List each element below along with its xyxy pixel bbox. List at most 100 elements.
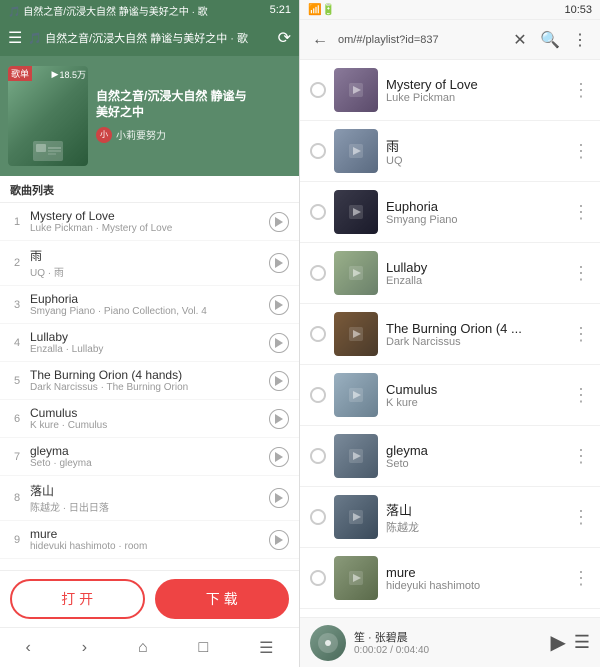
left-song-item[interactable]: 5 The Burning Orion (4 hands) Dark Narci…	[0, 362, 299, 400]
refresh-icon[interactable]: ⟳	[278, 28, 291, 48]
left-song-item[interactable]: 1 Mystery of Love Luke Pickman · Mystery…	[0, 203, 299, 241]
song-more-button[interactable]: ⋮	[572, 142, 590, 160]
nav-home-icon[interactable]: ⌂	[138, 639, 148, 657]
song-play-button[interactable]	[269, 212, 289, 232]
song-name: mure	[386, 565, 564, 580]
playlist-button[interactable]: ☰	[574, 632, 590, 653]
song-play-button[interactable]	[269, 447, 289, 467]
song-play-button[interactable]	[269, 530, 289, 550]
nav-menu-icon[interactable]: ☰	[259, 638, 273, 658]
song-name: Mystery of Love	[386, 77, 564, 92]
song-radio[interactable]	[310, 570, 326, 586]
song-radio[interactable]	[310, 509, 326, 525]
left-hero-title: 自然之音/沉浸大自然 静谧与美好之中	[96, 89, 291, 120]
right-song-item[interactable]: 雨 UQ ⋮	[300, 121, 600, 182]
player-controls: ▶ ☰	[550, 630, 590, 655]
song-subtitle: Dark Narcissus	[386, 336, 564, 348]
song-subtitle: Seto	[386, 458, 564, 470]
song-subtitle: Smyang Piano	[386, 214, 564, 226]
right-song-item[interactable]: The Burning Orion (4 ... Dark Narcissus …	[300, 304, 600, 365]
left-top-bar: ☰ 🎵 自然之音/沉浸大自然 静谧与美好之中 · 歌 ⟳	[0, 20, 299, 56]
left-song-list[interactable]: 1 Mystery of Love Luke Pickman · Mystery…	[0, 203, 299, 570]
right-song-item[interactable]: Lullaby Enzalla ⋮	[300, 243, 600, 304]
song-subtitle: UQ	[386, 155, 564, 167]
left-nav-bar: ‹ › ⌂ □ ☰	[0, 627, 299, 667]
download-button[interactable]: 下 载	[155, 579, 290, 619]
right-song-item[interactable]: 落山 陈越龙 ⋮	[300, 487, 600, 548]
player-info: 笙 · 张碧晨 0:00:02 / 0:04:40	[354, 629, 542, 656]
search-button[interactable]: 🔍	[538, 28, 562, 52]
left-song-item[interactable]: 3 Euphoria Smyang Piano · Piano Collecti…	[0, 286, 299, 324]
play-button[interactable]: ▶	[550, 630, 565, 655]
right-status-bar: 📶🔋 10:53	[300, 0, 600, 20]
song-number: 6	[10, 413, 24, 425]
left-status-bar: 🎵 自然之音/沉浸大自然 静谧与美好之中 · 歌 5:21	[0, 0, 299, 20]
playlist-badge: 歌单	[8, 66, 32, 81]
song-thumbnail	[334, 312, 378, 356]
song-name: 雨	[386, 136, 564, 155]
nav-back-icon[interactable]: ‹	[25, 639, 30, 657]
right-status-time: 10:53	[564, 4, 592, 16]
song-subtitle: K kure · Cumulus	[30, 420, 263, 431]
song-subtitle: Luke Pickman	[386, 92, 564, 104]
left-song-item[interactable]: 8 落山 陈越龙 · 日出日落	[0, 476, 299, 521]
right-song-item[interactable]: Cumulus K kure ⋮	[300, 365, 600, 426]
left-status-title: 🎵 自然之音/沉浸大自然 静谧与美好之中 · 歌	[8, 3, 208, 18]
left-song-item[interactable]: 6 Cumulus K kure · Cumulus	[0, 400, 299, 438]
left-song-item[interactable]: 4 Lullaby Enzalla · Lullaby	[0, 324, 299, 362]
song-radio[interactable]	[310, 265, 326, 281]
song-more-button[interactable]: ⋮	[572, 203, 590, 221]
song-subtitle: UQ · 雨	[30, 264, 263, 279]
song-thumbnail	[334, 68, 378, 112]
more-button[interactable]: ⋮	[568, 28, 592, 52]
song-number: 3	[10, 299, 24, 311]
right-song-item[interactable]: Euphoria Smyang Piano ⋮	[300, 182, 600, 243]
left-song-item[interactable]: 2 雨 UQ · 雨	[0, 241, 299, 286]
song-more-button[interactable]: ⋮	[572, 325, 590, 343]
song-radio[interactable]	[310, 448, 326, 464]
song-info: The Burning Orion (4 hands) Dark Narciss…	[30, 368, 263, 393]
song-more-button[interactable]: ⋮	[572, 447, 590, 465]
song-more-button[interactable]: ⋮	[572, 264, 590, 282]
song-radio[interactable]	[310, 326, 326, 342]
song-subtitle: Seto · gleyma	[30, 458, 263, 469]
back-button[interactable]: ←	[308, 28, 332, 52]
song-info: 落山 陈越龙 · 日出日落	[30, 482, 263, 514]
left-song-item[interactable]: 9 mure hidevuki hashimoto · room	[0, 521, 299, 559]
song-radio[interactable]	[310, 82, 326, 98]
song-info: Cumulus K kure · Cumulus	[30, 406, 263, 431]
song-play-button[interactable]	[269, 295, 289, 315]
right-song-item[interactable]: mure hideyuki hashimoto ⋮	[300, 548, 600, 609]
right-song-list[interactable]: Mystery of Love Luke Pickman ⋮ 雨 UQ ⋮ Eu…	[300, 60, 600, 617]
song-play-button[interactable]	[269, 371, 289, 391]
song-name: Cumulus	[386, 382, 564, 397]
open-button[interactable]: 打 开	[10, 579, 145, 619]
right-song-item[interactable]: Mystery of Love Luke Pickman ⋮	[300, 60, 600, 121]
song-more-button[interactable]: ⋮	[572, 386, 590, 404]
song-radio[interactable]	[310, 204, 326, 220]
song-info: Euphoria Smyang Piano · Piano Collection…	[30, 292, 263, 317]
close-button[interactable]: ✕	[508, 28, 532, 52]
song-radio[interactable]	[310, 387, 326, 403]
song-play-button[interactable]	[269, 488, 289, 508]
song-play-button[interactable]	[269, 409, 289, 429]
song-more-button[interactable]: ⋮	[572, 81, 590, 99]
nav-window-icon[interactable]: □	[199, 639, 209, 657]
player-thumbnail	[310, 625, 346, 661]
song-more-button[interactable]: ⋮	[572, 569, 590, 587]
menu-icon[interactable]: ☰	[8, 28, 22, 48]
nav-forward-icon[interactable]: ›	[82, 639, 87, 657]
left-song-item[interactable]: 7 gleyma Seto · gleyma	[0, 438, 299, 476]
song-info: Euphoria Smyang Piano	[386, 199, 564, 226]
song-play-button[interactable]	[269, 333, 289, 353]
song-radio[interactable]	[310, 143, 326, 159]
song-play-button[interactable]	[269, 253, 289, 273]
song-subtitle: K kure	[386, 397, 564, 409]
left-action-buttons: 打 开 下 载	[0, 570, 299, 627]
song-more-button[interactable]: ⋮	[572, 508, 590, 526]
right-song-item[interactable]: gleyma Seto ⋮	[300, 426, 600, 487]
song-name: Cumulus	[30, 406, 263, 420]
song-info: The Burning Orion (4 ... Dark Narcissus	[386, 321, 564, 348]
song-name: mure	[30, 527, 263, 541]
song-name: 雨	[30, 247, 263, 264]
